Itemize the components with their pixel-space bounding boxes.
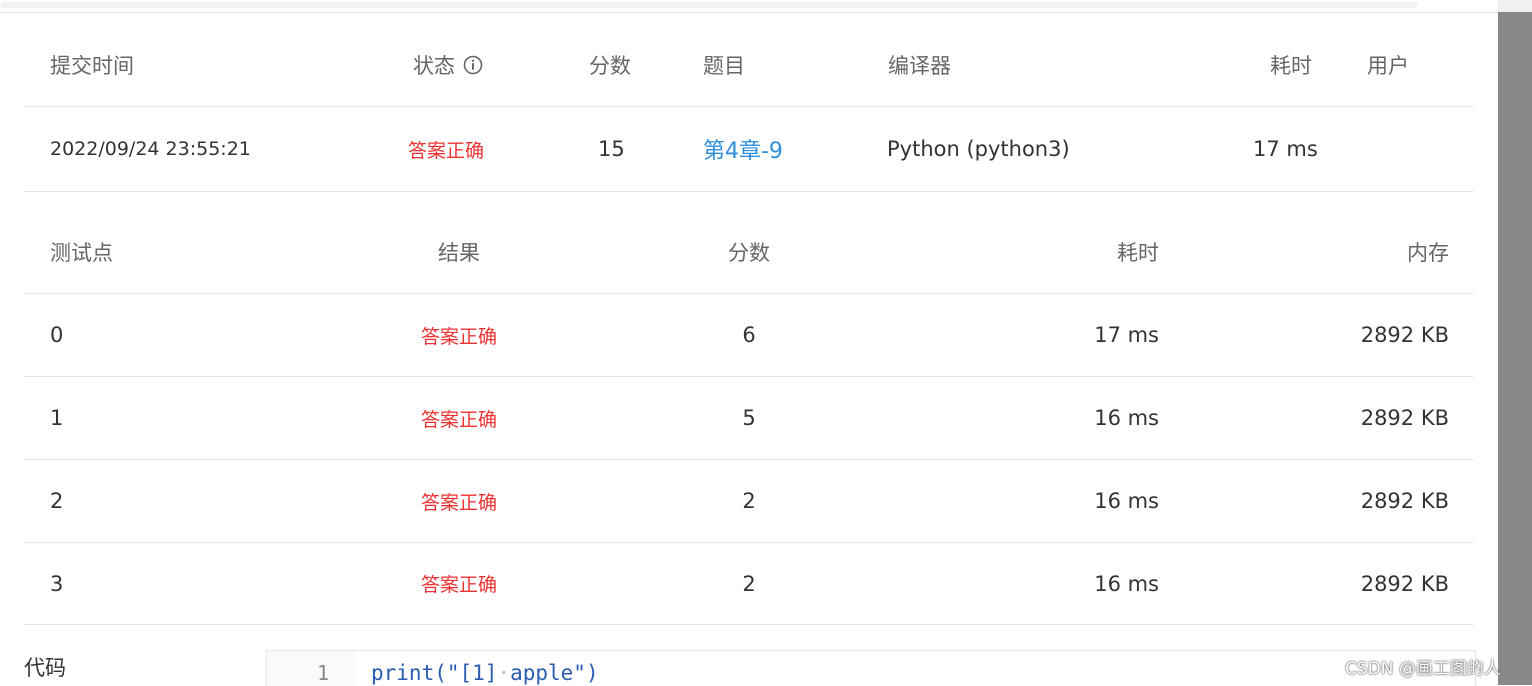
submit-time: 2022/09/24 23:55:21 bbox=[50, 138, 251, 160]
submission-header-row: 提交时间 状态 分数 题目 编译器 耗时 用户 bbox=[24, 24, 1474, 107]
test-result: 答案正确 bbox=[420, 491, 497, 514]
code-token-func: print bbox=[371, 661, 435, 685]
submission-score: 15 bbox=[598, 137, 625, 161]
test-point-id: 3 bbox=[50, 571, 64, 596]
scrollbar-track bbox=[1498, 0, 1532, 12]
header-score: 分数 bbox=[589, 54, 631, 78]
header-duration: 耗时 bbox=[1270, 54, 1312, 78]
problem-link[interactable]: 第4章-9 bbox=[703, 107, 783, 191]
header-result: 结果 bbox=[438, 241, 480, 265]
vertical-scrollbar[interactable] bbox=[1498, 12, 1532, 685]
table-row: 1 答案正确 5 16 ms 2892 KB bbox=[24, 377, 1474, 460]
line-number: 1 bbox=[316, 661, 329, 685]
test-memory: 2892 KB bbox=[1360, 406, 1449, 430]
header-status-label: 状态 bbox=[413, 54, 455, 78]
header-submit-time: 提交时间 bbox=[50, 54, 134, 78]
test-result: 答案正确 bbox=[420, 574, 497, 596]
test-duration: 16 ms bbox=[1094, 571, 1159, 596]
info-circle-icon[interactable] bbox=[463, 55, 483, 75]
test-result: 答案正确 bbox=[420, 408, 497, 431]
test-score: 6 bbox=[742, 323, 756, 347]
header-user: 用户 bbox=[1367, 54, 1409, 78]
header-tc-duration: 耗时 bbox=[1117, 241, 1159, 265]
header-memory: 内存 bbox=[1407, 241, 1449, 265]
test-point-id: 1 bbox=[50, 406, 64, 430]
code-label: 代码 bbox=[24, 656, 66, 680]
test-score: 2 bbox=[742, 571, 756, 596]
table-row: 3 答案正确 2 16 ms 2892 KB bbox=[24, 543, 1474, 625]
testcase-header-row: 测试点 结果 分数 耗时 内存 bbox=[24, 211, 1474, 294]
code-line[interactable]: print("[1]·apple") bbox=[371, 661, 599, 685]
code-token-open: ("[1] bbox=[434, 661, 498, 685]
header-tc-score: 分数 bbox=[728, 241, 770, 265]
header-problem: 题目 bbox=[703, 54, 745, 78]
test-point-id: 2 bbox=[50, 489, 64, 513]
code-token-rest: apple") bbox=[510, 661, 599, 685]
status-badge: 答案正确 bbox=[408, 139, 485, 162]
test-memory: 2892 KB bbox=[1360, 571, 1449, 596]
header-status: 状态 bbox=[413, 24, 483, 106]
code-editor[interactable]: 1 print("[1]·apple") bbox=[266, 650, 1476, 686]
compiler-name: Python (python3) bbox=[887, 137, 1070, 161]
top-horizontal-scrollbar[interactable] bbox=[0, 0, 1498, 13]
test-score: 5 bbox=[742, 406, 756, 430]
test-result: 答案正确 bbox=[420, 325, 497, 348]
submission-duration: 17 ms bbox=[1253, 137, 1318, 161]
test-score: 2 bbox=[742, 489, 756, 513]
test-memory: 2892 KB bbox=[1360, 489, 1449, 513]
table-row: 2 答案正确 2 16 ms 2892 KB bbox=[24, 460, 1474, 543]
test-memory: 2892 KB bbox=[1360, 323, 1449, 347]
watermark: CSDN @画工图的人 bbox=[1345, 659, 1501, 679]
whitespace-marker: · bbox=[497, 661, 511, 685]
submission-row: 2022/09/24 23:55:21 答案正确 15 第4章-9 Python… bbox=[24, 107, 1474, 192]
table-row: 0 答案正确 6 17 ms 2892 KB bbox=[24, 294, 1474, 377]
header-test-point: 测试点 bbox=[50, 241, 113, 265]
test-duration: 17 ms bbox=[1094, 323, 1159, 347]
header-compiler: 编译器 bbox=[888, 54, 951, 78]
test-duration: 16 ms bbox=[1094, 406, 1159, 430]
test-point-id: 0 bbox=[50, 323, 64, 347]
test-duration: 16 ms bbox=[1094, 489, 1159, 513]
